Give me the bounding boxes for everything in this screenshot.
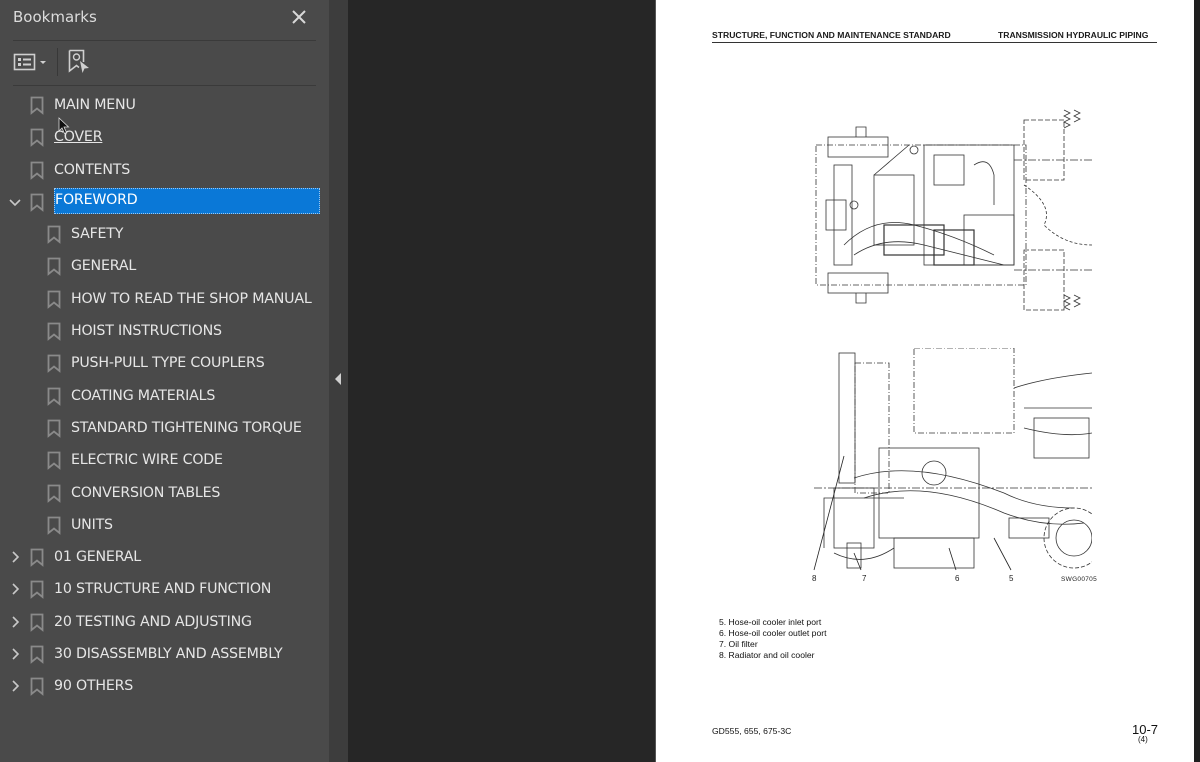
bookmark-icon [47,354,61,374]
bookmark-icon [47,322,61,341]
panel-collapse-strip[interactable] [329,0,348,762]
bookmark-label[interactable]: STANDARD TIGHTENING TORQUE [71,418,302,438]
bookmark-icon [30,677,44,697]
bookmark-icon [30,548,44,568]
bookmark-label[interactable]: 10 STRUCTURE AND FUNCTION [54,579,271,599]
bookmark-item[interactable]: CONTENTS [0,154,329,186]
bookmark-icon [30,580,44,600]
bookmark-label[interactable]: MAIN MENU [54,95,136,115]
bookmark-item[interactable]: SAFETY [0,218,329,250]
dropdown-caret-icon [40,61,46,64]
bookmark-icon [47,290,61,309]
page-header-section: STRUCTURE, FUNCTION AND MAINTENANCE STAN… [712,30,951,40]
callout-label: 5 [1009,574,1014,583]
vertical-scrollbar[interactable] [1194,0,1200,762]
bookmark-icon [47,516,61,535]
chevron-down-icon[interactable] [8,194,22,210]
bookmark-label[interactable]: 90 OTHERS [54,676,133,696]
bookmark-item[interactable]: FOREWORD [0,186,329,218]
bookmark-item[interactable]: HOIST INSTRUCTIONS [0,315,329,347]
toolbar-separator [57,48,58,76]
figure-legend: 5. Hose-oil cooler inlet port 6. Hose-oi… [719,617,826,661]
triangle-left-icon [335,373,341,385]
bookmarks-panel: Bookmarks MAIN MENU COVER CONTENTS FOREWORD… [0,0,329,762]
bookmark-locate-icon [68,49,89,73]
bookmark-icon [30,613,44,632]
bookmark-options-button[interactable] [13,52,49,72]
legend-item: 7. Oil filter [719,639,758,649]
bookmark-label[interactable]: ELECTRIC WIRE CODE [71,450,223,470]
bookmark-item[interactable]: 01 GENERAL [0,541,329,573]
bookmark-label[interactable]: GENERAL [71,256,136,276]
bookmark-label[interactable]: PUSH-PULL TYPE COUPLERS [71,353,265,373]
plan-view-drawing [815,109,1092,311]
chevron-right-icon[interactable] [8,678,22,694]
bookmark-label[interactable]: 30 DISASSEMBLY AND ASSEMBLY [54,644,283,664]
bookmark-item[interactable]: MAIN MENU [0,89,329,121]
bookmark-item[interactable]: COVER [0,121,329,153]
bookmark-item[interactable]: 30 DISASSEMBLY AND ASSEMBLY [0,638,329,670]
legend-item: 5. Hose-oil cooler inlet port [719,617,822,627]
page-header-topic: TRANSMISSION HYDRAULIC PIPING [998,30,1149,40]
bookmark-icon [47,257,61,277]
close-panel-button[interactable] [289,6,309,28]
bookmark-label[interactable]: COATING MATERIALS [71,386,215,406]
bookmark-item[interactable]: UNITS [0,509,329,541]
callout-label: 8 [812,574,817,583]
legend-item: 6. Hose-oil cooler outlet port [719,628,827,638]
bookmark-label[interactable]: HOIST INSTRUCTIONS [71,321,222,341]
callout-label: 6 [955,574,960,583]
close-icon [292,10,306,24]
chevron-right-icon[interactable] [8,581,22,597]
bookmark-item[interactable]: PUSH-PULL TYPE COUPLERS [0,347,329,379]
chevron-right-icon[interactable] [8,549,22,565]
find-current-bookmark-button[interactable] [67,48,91,76]
bookmark-label[interactable]: CONTENTS [54,160,130,180]
document-viewer: STRUCTURE, FUNCTION AND MAINTENANCE STAN… [348,0,1200,762]
bookmark-label[interactable]: FOREWORD [54,187,320,214]
panel-title: Bookmarks [13,8,97,26]
bookmark-icon [47,419,61,438]
callout-label: 7 [862,574,867,583]
bookmark-tree: MAIN MENU COVER CONTENTS FOREWORD SAFETY GENE… [0,89,329,703]
bookmark-item[interactable]: STANDARD TIGHTENING TORQUE [0,412,329,444]
bookmark-label[interactable]: COVER [54,127,103,147]
header-rule [712,42,1157,43]
footer-revision: (4) [1138,735,1148,744]
bookmark-icon [47,451,61,471]
bookmark-icon [47,484,61,503]
bookmark-label[interactable]: SAFETY [71,224,123,244]
chevron-right-icon[interactable] [8,646,22,662]
bookmark-item[interactable]: 10 STRUCTURE AND FUNCTION [0,573,329,605]
footer-model: GD555, 655, 675-3C [712,726,792,736]
bookmark-icon [30,193,44,212]
bookmark-label[interactable]: HOW TO READ THE SHOP MANUAL [71,289,312,309]
toolbar-divider [13,85,316,86]
bookmark-icon [47,387,61,406]
bookmark-item[interactable]: CONVERSION TABLES [0,477,329,509]
header-divider [13,40,316,41]
collapse-panel-button[interactable] [334,372,342,386]
bookmark-item[interactable]: GENERAL [0,250,329,282]
bookmark-item[interactable]: COATING MATERIALS [0,380,329,412]
bookmark-item[interactable]: 90 OTHERS [0,670,329,702]
bookmark-icon [30,645,44,664]
bookmark-label[interactable]: 01 GENERAL [54,547,141,567]
bookmark-item[interactable]: 20 TESTING AND ADJUSTING [0,606,329,638]
bookmark-item[interactable]: HOW TO READ THE SHOP MANUAL [0,283,329,315]
side-view-drawing [813,348,1092,571]
bookmark-icon [30,96,44,115]
bookmark-icon [47,225,61,245]
bookmark-label[interactable]: UNITS [71,515,113,535]
bookmark-item[interactable]: ELECTRIC WIRE CODE [0,444,329,476]
pdf-page: STRUCTURE, FUNCTION AND MAINTENANCE STAN… [655,0,1194,762]
bookmark-label[interactable]: 20 TESTING AND ADJUSTING [54,612,252,632]
bookmark-icon [30,128,44,148]
bookmark-icon [30,161,44,180]
legend-item: 8. Radiator and oil cooler [719,650,815,660]
bookmark-label[interactable]: CONVERSION TABLES [71,483,220,503]
chevron-right-icon[interactable] [8,614,22,630]
figure-code: SWG00705 [1061,576,1098,583]
list-options-icon [13,53,46,71]
